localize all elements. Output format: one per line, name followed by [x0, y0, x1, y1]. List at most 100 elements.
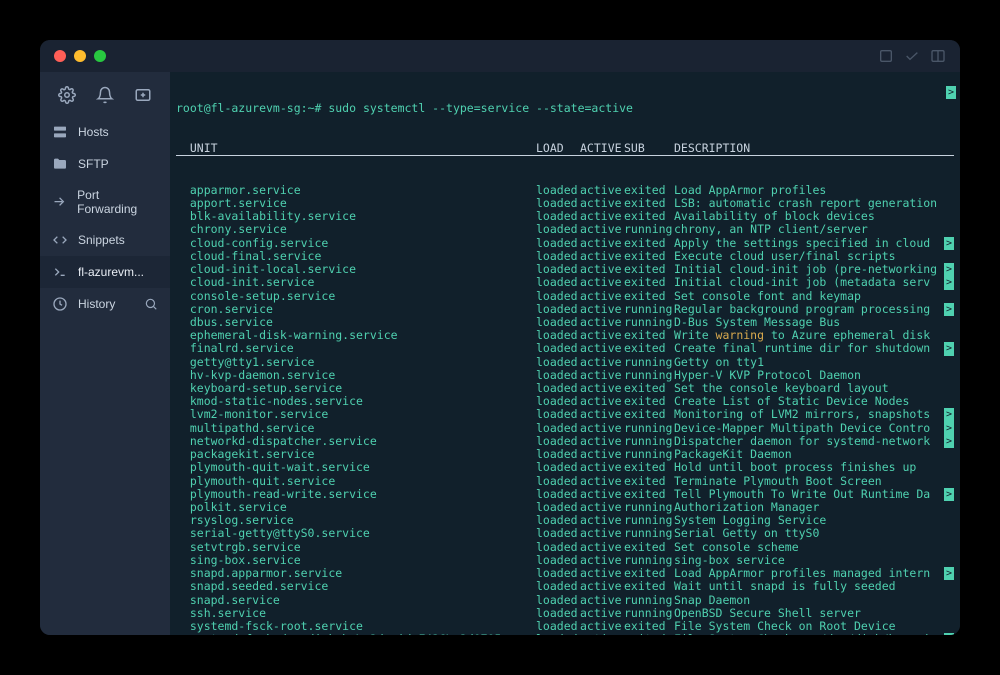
cell-sub: exited — [624, 461, 674, 474]
cell-active: active — [580, 633, 624, 635]
overflow-indicator: > — [944, 263, 954, 276]
cell-load: loaded — [536, 527, 580, 540]
cell-desc: PackageKit Daemon — [674, 448, 954, 461]
cell-desc: Write warning to Azure ephemeral disk — [674, 329, 954, 342]
cell-desc: D-Bus System Message Bus — [674, 316, 954, 329]
cell-unit: polkit.service — [176, 501, 536, 514]
cell-active: active — [580, 594, 624, 607]
cell-active: active — [580, 342, 624, 355]
overflow-indicator: > — [944, 303, 954, 316]
cell-sub: running — [624, 223, 674, 236]
cell-load: loaded — [536, 276, 580, 289]
cell-active: active — [580, 422, 624, 435]
sidebar-item-history[interactable]: History — [40, 288, 170, 320]
cell-unit: packagekit.service — [176, 448, 536, 461]
cell-sub: running — [624, 356, 674, 369]
table-row: lvm2-monitor.serviceloadedactiveexited M… — [176, 408, 954, 421]
gear-icon[interactable] — [58, 86, 76, 104]
cell-unit: rsyslog.service — [176, 514, 536, 527]
cell-desc: Device-Mapper Multipath Device Contro — [674, 422, 944, 435]
cell-desc: Create List of Static Device Nodes — [674, 395, 954, 408]
app-window: Hosts SFTP Port Forwarding Snippets fl-a… — [40, 40, 960, 635]
header-active: ACTIVE — [580, 142, 624, 155]
cell-active: active — [580, 607, 624, 620]
split-pane-icon[interactable] — [930, 48, 946, 64]
sidebar-item-label: Snippets — [78, 233, 125, 247]
add-tab-icon[interactable] — [134, 86, 152, 104]
table-row: getty@tty1.serviceloadedactiverunningGet… — [176, 356, 954, 369]
sidebar-item-snippets[interactable]: Snippets — [40, 224, 170, 256]
cell-load: loaded — [536, 633, 580, 635]
sidebar-item-sftp[interactable]: SFTP — [40, 148, 170, 180]
sidebar-item-port-forwarding[interactable]: Port Forwarding — [40, 180, 170, 224]
cell-unit: ssh.service — [176, 607, 536, 620]
cell-load: loaded — [536, 408, 580, 421]
cell-load: loaded — [536, 290, 580, 303]
terminal-icon — [52, 264, 68, 280]
cell-desc: Create final runtime dir for shutdown — [674, 342, 944, 355]
table-row: setvtrgb.serviceloadedactiveexited Set c… — [176, 541, 954, 554]
cell-unit: kmod-static-nodes.service — [176, 395, 536, 408]
warning-text: warning — [716, 329, 764, 342]
table-row: cloud-config.serviceloadedactiveexited A… — [176, 237, 954, 250]
overflow-indicator: > — [944, 488, 954, 501]
search-icon[interactable] — [144, 297, 158, 311]
cell-sub: exited — [624, 633, 674, 635]
cell-load: loaded — [536, 607, 580, 620]
overflow-indicator: > — [946, 86, 956, 99]
sidebar-item-hosts[interactable]: Hosts — [40, 116, 170, 148]
forward-icon — [52, 194, 67, 209]
sidebar-item-label: Hosts — [78, 125, 109, 139]
cell-sub: exited — [624, 237, 674, 250]
window-action-icon-1[interactable] — [878, 48, 894, 64]
cell-desc: Dispatcher daemon for systemd-network — [674, 435, 944, 448]
sidebar-item-connection[interactable]: fl-azurevm... — [40, 256, 170, 288]
sidebar: Hosts SFTP Port Forwarding Snippets fl-a… — [40, 72, 170, 635]
cell-sub: running — [624, 594, 674, 607]
cell-load: loaded — [536, 223, 580, 236]
bell-icon[interactable] — [96, 86, 114, 104]
terminal-pane[interactable]: root@fl-azurevm-sg:~# sudo systemctl --t… — [170, 72, 960, 635]
cell-active: active — [580, 237, 624, 250]
maximize-window-button[interactable] — [94, 50, 106, 62]
cell-desc: Snap Daemon — [674, 594, 954, 607]
cell-unit: systemd-fsck@dev-disk-by\x2duuid-F426\x2… — [176, 633, 536, 635]
overflow-indicator: > — [944, 408, 954, 421]
cell-unit: getty@tty1.service — [176, 356, 536, 369]
cell-unit: ephemeral-disk-warning.service — [176, 329, 536, 342]
window-action-icon-2[interactable] — [904, 48, 920, 64]
header-sub: SUB — [624, 142, 674, 155]
table-row: systemd-fsck@dev-disk-by\x2duuid-F426\x2… — [176, 633, 954, 635]
table-row: plymouth-quit-wait.serviceloadedactiveex… — [176, 461, 954, 474]
cell-desc: sing-box service — [674, 554, 954, 567]
cell-unit: apparmor.service — [176, 184, 536, 197]
sidebar-item-label: History — [78, 297, 115, 311]
cell-desc: Wait until snapd is fully seeded — [674, 580, 954, 593]
cell-active: active — [580, 527, 624, 540]
cell-unit: console-setup.service — [176, 290, 536, 303]
cell-desc: Getty on tty1 — [674, 356, 954, 369]
table-row: snapd.seeded.serviceloadedactiveexited W… — [176, 580, 954, 593]
cell-unit: snapd.apparmor.service — [176, 567, 536, 580]
cell-desc: chrony, an NTP client/server — [674, 223, 954, 236]
cell-active: active — [580, 541, 624, 554]
table-row: chrony.serviceloadedactiverunningchrony,… — [176, 223, 954, 236]
overflow-indicator: > — [944, 435, 954, 448]
service-list: apparmor.serviceloadedactiveexited Load … — [176, 184, 954, 635]
cell-active: active — [580, 356, 624, 369]
cell-desc: Authorization Manager — [674, 501, 954, 514]
cell-desc: Execute cloud user/final scripts — [674, 250, 954, 263]
cell-desc: System Logging Service — [674, 514, 954, 527]
close-window-button[interactable] — [54, 50, 66, 62]
overflow-indicator: > — [944, 422, 954, 435]
minimize-window-button[interactable] — [74, 50, 86, 62]
cell-unit: cron.service — [176, 303, 536, 316]
cell-load: loaded — [536, 237, 580, 250]
prompt-line: root@fl-azurevm-sg:~# sudo systemctl --t… — [176, 102, 954, 115]
prompt-text: root@fl-azurevm-sg:~# — [176, 101, 328, 115]
cell-load: loaded — [536, 422, 580, 435]
cell-unit: finalrd.service — [176, 342, 536, 355]
overflow-indicator: > — [944, 633, 954, 635]
cell-desc: Initial cloud-init job (pre-networking — [674, 263, 944, 276]
traffic-lights — [54, 50, 106, 62]
